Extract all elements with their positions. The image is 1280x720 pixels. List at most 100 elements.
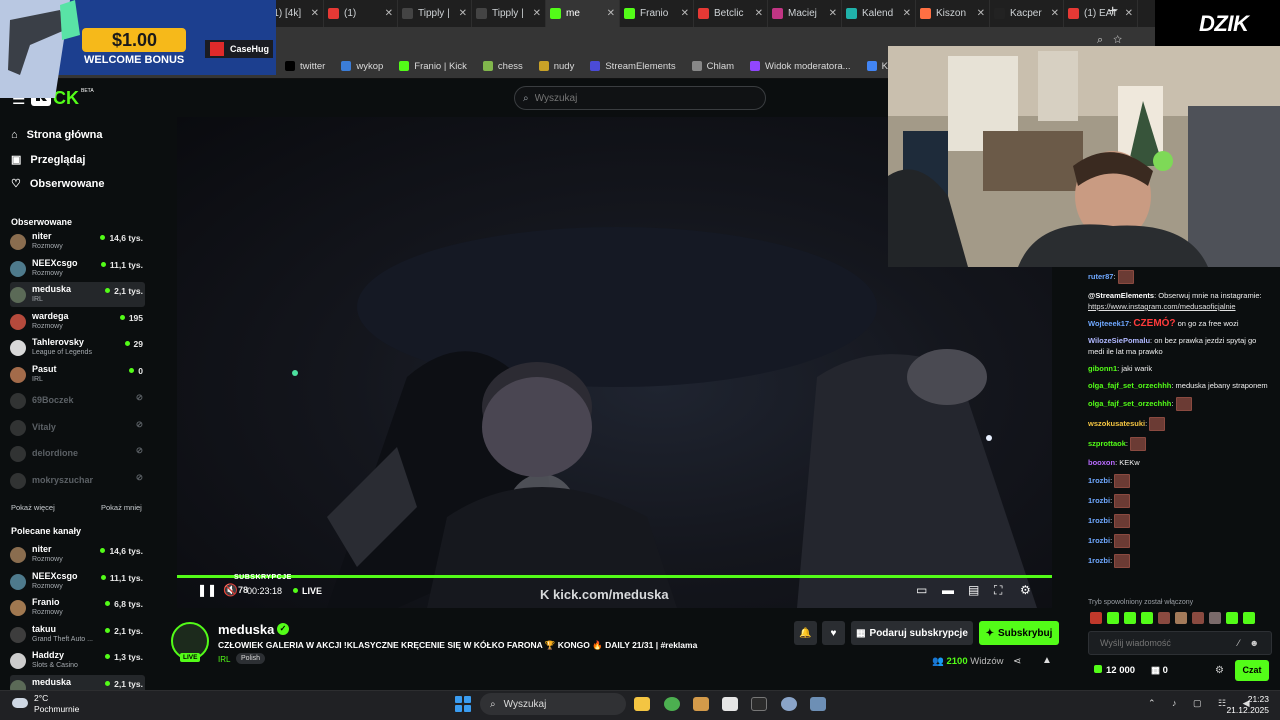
taskbar-search[interactable]: ⌕ Wyszukaj [480, 693, 626, 715]
emote-icon[interactable] [1192, 612, 1204, 624]
chat-username[interactable]: 1rozbi [1088, 516, 1110, 525]
show-less-link[interactable]: Pokaż mniej [101, 503, 142, 512]
sidebar-channel-haddzy[interactable]: Haddzy Slots & Casino 1,3 tys. [10, 648, 145, 673]
settings-icon[interactable] [781, 697, 797, 711]
close-tab-icon[interactable]: ✕ [533, 8, 541, 19]
chat-username[interactable]: 1rozbi [1088, 476, 1110, 485]
weather-widget[interactable]: 2°C Pochmurnie [8, 693, 79, 715]
chat-message-input[interactable] [1100, 638, 1230, 648]
emote-icon[interactable] [1226, 612, 1238, 624]
sidebar-channel-niter[interactable]: niter Rozmowy 14,6 tys. [10, 542, 145, 567]
bookmark-item[interactable]: chess [482, 61, 523, 72]
sidebar-channel-franio[interactable]: Franio Rozmowy 6,8 tys. [10, 595, 145, 620]
search-input[interactable] [534, 92, 735, 104]
windows-start-icon[interactable] [455, 696, 471, 712]
cinema-mode-icon[interactable]: ▤ [968, 583, 979, 597]
sidebar-channel-takuu[interactable]: takuu Grand Theft Auto ... 2,1 tys. [10, 622, 145, 647]
emoji-icon[interactable]: ☻ [1250, 638, 1259, 648]
video-progress-bar[interactable] [177, 575, 1052, 578]
browser-tab[interactable]: Kiszon ✕ [916, 0, 990, 27]
emote-icon[interactable] [1158, 612, 1170, 624]
sidebar-channel-delordione[interactable]: delordione ⊘ [10, 441, 145, 466]
report-icon[interactable]: ▲ [1042, 655, 1052, 666]
sidebar-channel-mokryszuchar[interactable]: mokryszuchar ⊘ [10, 468, 145, 493]
close-tab-icon[interactable]: ✕ [977, 8, 985, 19]
casehug-ad-banner[interactable]: $1.00 WELCOME BONUS CaseHug [0, 0, 276, 98]
new-tab-button[interactable]: + [1108, 3, 1117, 21]
browser-tab[interactable]: (1) ✕ [324, 0, 398, 27]
chat-input-box[interactable]: ⁄ ☻ [1088, 631, 1272, 655]
chat-username[interactable]: olga_fajf_set_orzechhh [1088, 381, 1171, 390]
close-tab-icon[interactable]: ✕ [459, 8, 467, 19]
show-more-link[interactable]: Pokaż więcej [11, 503, 55, 512]
settings-gear-icon[interactable]: ⚙ [1020, 583, 1031, 597]
emote-icon[interactable] [1243, 612, 1255, 624]
close-tab-icon[interactable]: ✕ [903, 8, 911, 19]
chat-username[interactable]: 1rozbi [1088, 556, 1110, 565]
browser-tab[interactable]: Maciej ✕ [768, 0, 842, 27]
bookmark-item[interactable]: wykop [341, 61, 383, 72]
stream-category[interactable]: IRL [218, 655, 230, 664]
chat-username[interactable]: WilozeSiePomalu [1088, 336, 1150, 345]
bookmark-item[interactable]: twitter [285, 61, 325, 72]
emote-icon[interactable] [1209, 612, 1221, 624]
terminal-icon[interactable] [751, 697, 767, 711]
nav-following[interactable]: ♡ Obserwowane [11, 177, 104, 191]
emote-icon[interactable] [1175, 612, 1187, 624]
sidebar-channel-niter[interactable]: niter Rozmowy 14,6 tys. [10, 229, 145, 254]
emote-icon[interactable] [1090, 612, 1102, 624]
chat-username[interactable]: gibonn1 [1088, 364, 1117, 373]
chat-username[interactable]: Wojteeek17 [1088, 319, 1129, 328]
sidebar-channel-tahlerovsky[interactable]: Tahlerovsky League of Legends 29 [10, 335, 145, 360]
chat-settings-gear-icon[interactable]: ⚙ [1215, 665, 1224, 676]
chat-username[interactable]: @StreamElements [1088, 291, 1154, 300]
mute-icon[interactable]: 🔇 [223, 583, 238, 597]
emote-icon[interactable] [1124, 612, 1136, 624]
emote-icon[interactable] [1107, 612, 1119, 624]
share-icon[interactable]: ⋖ [1013, 656, 1021, 667]
close-tab-icon[interactable]: ✕ [607, 8, 615, 19]
close-tab-icon[interactable]: ✕ [681, 8, 689, 19]
browser-tab[interactable]: Tipply | ✕ [398, 0, 472, 27]
chat-send-button[interactable]: Czat [1235, 660, 1269, 681]
browser-tab[interactable]: Kacper ✕ [990, 0, 1064, 27]
bookmark-item[interactable]: Widok moderatora... [750, 61, 851, 72]
close-tab-icon[interactable]: ✕ [1125, 8, 1133, 19]
chat-username[interactable]: wszokusatesuki [1088, 419, 1145, 428]
browser-tab[interactable]: Franio ✕ [620, 0, 694, 27]
gift-subscription-button[interactable]: ▦ Podaruj subskrypcje [851, 621, 973, 645]
browser-tab[interactable]: Kalend ✕ [842, 0, 916, 27]
sidebar-channel-neexcsgo[interactable]: NEEXcsgo Rozmowy 11,1 tys. [10, 256, 145, 281]
nav-browse[interactable]: ▣ Przeglądaj [11, 153, 85, 167]
calculator-icon[interactable] [810, 697, 826, 711]
chat-username[interactable]: olga_fajf_set_orzechhh [1088, 399, 1171, 408]
gift-count[interactable]: ▦ 0 [1151, 665, 1168, 676]
commands-icon[interactable]: ⁄ [1238, 638, 1240, 648]
sidebar-channel-neexcsgo[interactable]: NEEXcsgo Rozmowy 11,1 tys. [10, 569, 145, 594]
close-tab-icon[interactable]: ✕ [829, 8, 837, 19]
file-explorer-icon[interactable] [634, 697, 650, 711]
pause-icon[interactable]: ❚❚ [197, 583, 217, 597]
mini-player-icon[interactable]: ▭ [916, 583, 927, 597]
streamer-name[interactable]: meduska [218, 622, 274, 637]
bookmark-item[interactable]: Franio | Kick [399, 61, 467, 72]
close-tab-icon[interactable]: ✕ [311, 8, 319, 19]
chat-username[interactable]: 1rozbi [1088, 496, 1110, 505]
language-tag[interactable]: Polish [236, 653, 266, 664]
close-tab-icon[interactable]: ✕ [385, 8, 393, 19]
close-tab-icon[interactable]: ✕ [755, 8, 763, 19]
nav-home[interactable]: ⌂ Strona główna [11, 129, 102, 141]
browser-tab[interactable]: Betclic ✕ [694, 0, 768, 27]
chat-username[interactable]: ruter87 [1088, 272, 1113, 281]
theater-mode-icon[interactable]: ▬ [942, 583, 954, 597]
bookmark-item[interactable]: Chlam [691, 61, 734, 72]
fullscreen-icon[interactable]: ⛶ [994, 583, 1002, 598]
chat-username[interactable]: 1rozbi [1088, 536, 1110, 545]
taskbar-clock[interactable]: 21:23 21.12.2025 [1214, 694, 1269, 716]
chat-username[interactable]: booxon [1088, 458, 1115, 467]
search-bar[interactable]: ⌕ [514, 86, 766, 110]
app-icon[interactable] [722, 697, 738, 711]
browser-tab[interactable]: Tipply | ✕ [472, 0, 546, 27]
sidebar-channel-meduska[interactable]: meduska IRL 2,1 tys. [10, 282, 145, 307]
sidebar-channel-pasut[interactable]: Pasut IRL 0 [10, 362, 145, 387]
